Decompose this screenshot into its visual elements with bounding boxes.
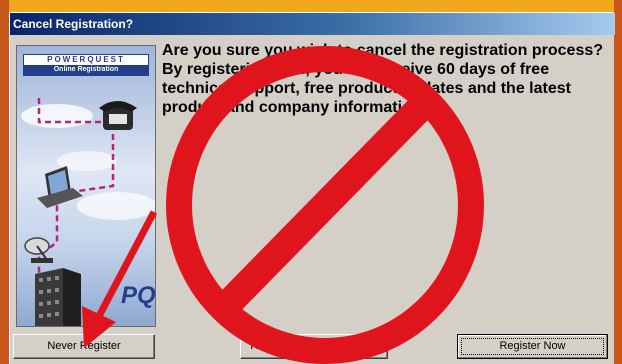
backdrop-right-band: [614, 0, 622, 364]
never-register-button[interactable]: Never Register: [13, 334, 155, 359]
laptop-icon: [37, 166, 83, 208]
dialog-titlebar[interactable]: Cancel Registration?: [10, 13, 615, 35]
backdrop-left-band: [0, 0, 9, 364]
register-now-label: Register Now: [461, 338, 604, 355]
dialog-title: Cancel Registration?: [13, 17, 134, 31]
confirmation-message: Are you sure you wish to cancel the regi…: [162, 42, 604, 116]
office-building-icon: [35, 268, 81, 326]
telephone-icon: [99, 101, 137, 130]
pq-logo: PQ: [121, 282, 156, 309]
remind-me-button[interactable]: Remind Me in Two Weeks: [240, 334, 388, 359]
register-now-button[interactable]: Register Now: [457, 334, 608, 359]
cancel-registration-dialog: Cancel Registration? POWERQUEST Online R…: [9, 12, 615, 364]
backdrop-top-band: [0, 0, 622, 12]
satellite-dish-icon: [24, 237, 53, 263]
registration-illustration: POWERQUEST Online Registration PQ: [16, 45, 156, 327]
